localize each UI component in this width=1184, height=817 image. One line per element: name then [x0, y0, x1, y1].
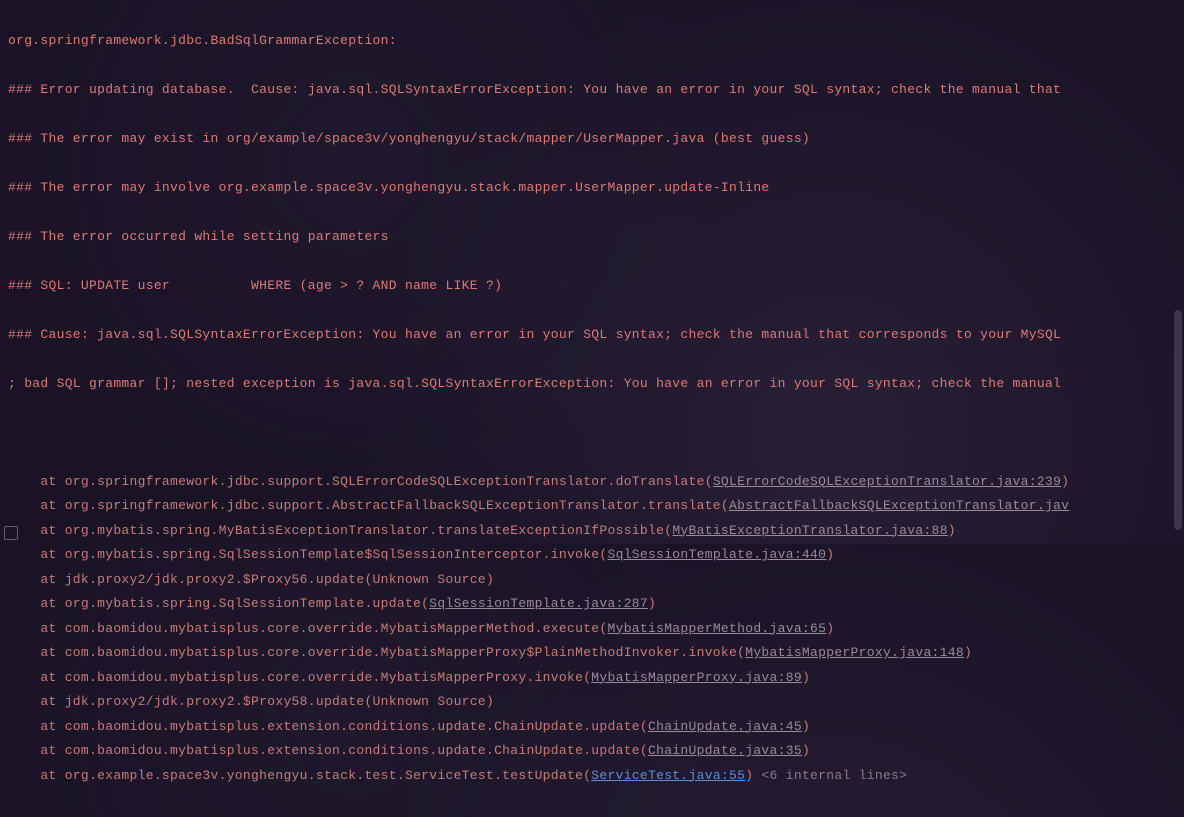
stack-frame: at jdk.proxy2/jdk.proxy2.$Proxy56.update… — [8, 568, 1176, 593]
exception-header: org.springframework.jdbc.BadSqlGrammarEx… — [8, 29, 1176, 54]
error-line: ### Cause: java.sql.SQLSyntaxErrorExcept… — [8, 323, 1176, 348]
soft-wrap-icon[interactable] — [4, 526, 18, 540]
source-link[interactable]: SQLErrorCodeSQLExceptionTranslator.java:… — [713, 474, 1061, 489]
stack-frame-text: ) — [802, 743, 810, 758]
stack-frame-text: ) — [948, 523, 956, 538]
stack-frame-text: ) — [745, 768, 761, 783]
stack-frame: at com.baomidou.mybatisplus.core.overrid… — [8, 666, 1176, 691]
error-line: ; bad SQL grammar []; nested exception i… — [8, 372, 1176, 397]
stack-frame: at org.springframework.jdbc.support.SQLE… — [8, 470, 1176, 495]
error-line: ### SQL: UPDATE user WHERE (age > ? AND … — [8, 274, 1176, 299]
source-link[interactable]: ChainUpdate.java:35 — [648, 743, 802, 758]
source-link[interactable]: MybatisMapperMethod.java:65 — [608, 621, 827, 636]
stack-frame: at jdk.proxy2/jdk.proxy2.$Proxy58.update… — [8, 690, 1176, 715]
stack-frame-text: at org.springframework.jdbc.support.Abst… — [8, 498, 729, 513]
stack-frame: at org.example.space3v.yonghengyu.stack.… — [8, 764, 1176, 789]
source-link[interactable]: MybatisMapperProxy.java:89 — [591, 670, 802, 685]
stack-frame-text: ) — [826, 547, 834, 562]
stack-frame-text: ) — [1061, 474, 1069, 489]
source-link[interactable]: SqlSessionTemplate.java:440 — [608, 547, 827, 562]
stack-frame-text: ) — [964, 645, 972, 660]
stack-frame-text: at org.mybatis.spring.MyBatisExceptionTr… — [8, 523, 672, 538]
stack-frame: at com.baomidou.mybatisplus.core.overrid… — [8, 641, 1176, 666]
stack-frame: at com.baomidou.mybatisplus.extension.co… — [8, 739, 1176, 764]
stack-frame: at org.mybatis.spring.MyBatisExceptionTr… — [8, 519, 1176, 544]
stack-frame-text: at com.baomidou.mybatisplus.core.overrid… — [8, 670, 591, 685]
stack-frame-text: ) — [648, 596, 656, 611]
stack-frame-text: ) — [802, 719, 810, 734]
stack-frame-text: ) — [826, 621, 834, 636]
stack-frame-text: at com.baomidou.mybatisplus.core.overrid… — [8, 621, 608, 636]
stack-frame-text: at jdk.proxy2/jdk.proxy2.$Proxy56.update… — [8, 572, 494, 587]
blank-line — [8, 421, 1176, 446]
stack-frame-text: at com.baomidou.mybatisplus.core.overrid… — [8, 645, 745, 660]
source-link[interactable]: ServiceTest.java:55 — [591, 768, 745, 783]
stack-frame-text: ) — [802, 670, 810, 685]
error-line: ### Error updating database. Cause: java… — [8, 78, 1176, 103]
stack-frame: at org.springframework.jdbc.support.Abst… — [8, 494, 1176, 519]
source-link[interactable]: MybatisMapperProxy.java:148 — [745, 645, 964, 660]
source-link[interactable]: AbstractFallbackSQLExceptionTranslator.j… — [729, 498, 1069, 513]
stack-frame: at com.baomidou.mybatisplus.core.overrid… — [8, 617, 1176, 642]
console-output: org.springframework.jdbc.BadSqlGrammarEx… — [0, 0, 1184, 817]
stack-frame-text: at org.mybatis.spring.SqlSessionTemplate… — [8, 547, 608, 562]
source-link[interactable]: ChainUpdate.java:45 — [648, 719, 802, 734]
stack-frame-text: at jdk.proxy2/jdk.proxy2.$Proxy58.update… — [8, 694, 494, 709]
source-link[interactable]: MyBatisExceptionTranslator.java:88 — [672, 523, 947, 538]
stack-frame-text: at org.mybatis.spring.SqlSessionTemplate… — [8, 596, 429, 611]
stack-frame-text: at org.springframework.jdbc.support.SQLE… — [8, 474, 713, 489]
stack-frame: at com.baomidou.mybatisplus.extension.co… — [8, 715, 1176, 740]
vertical-scrollbar[interactable] — [1174, 310, 1182, 530]
stack-frame-text: at org.example.space3v.yonghengyu.stack.… — [8, 768, 591, 783]
stack-frame-text: at com.baomidou.mybatisplus.extension.co… — [8, 743, 648, 758]
stack-frame: at org.mybatis.spring.SqlSessionTemplate… — [8, 543, 1176, 568]
collapsed-frames-note[interactable]: <6 internal lines> — [761, 768, 907, 783]
error-line: ### The error may exist in org/example/s… — [8, 127, 1176, 152]
stack-frame-text: at com.baomidou.mybatisplus.extension.co… — [8, 719, 648, 734]
stack-frame: at org.mybatis.spring.SqlSessionTemplate… — [8, 592, 1176, 617]
source-link[interactable]: SqlSessionTemplate.java:287 — [429, 596, 648, 611]
error-line: ### The error may involve org.example.sp… — [8, 176, 1176, 201]
error-line: ### The error occurred while setting par… — [8, 225, 1176, 250]
